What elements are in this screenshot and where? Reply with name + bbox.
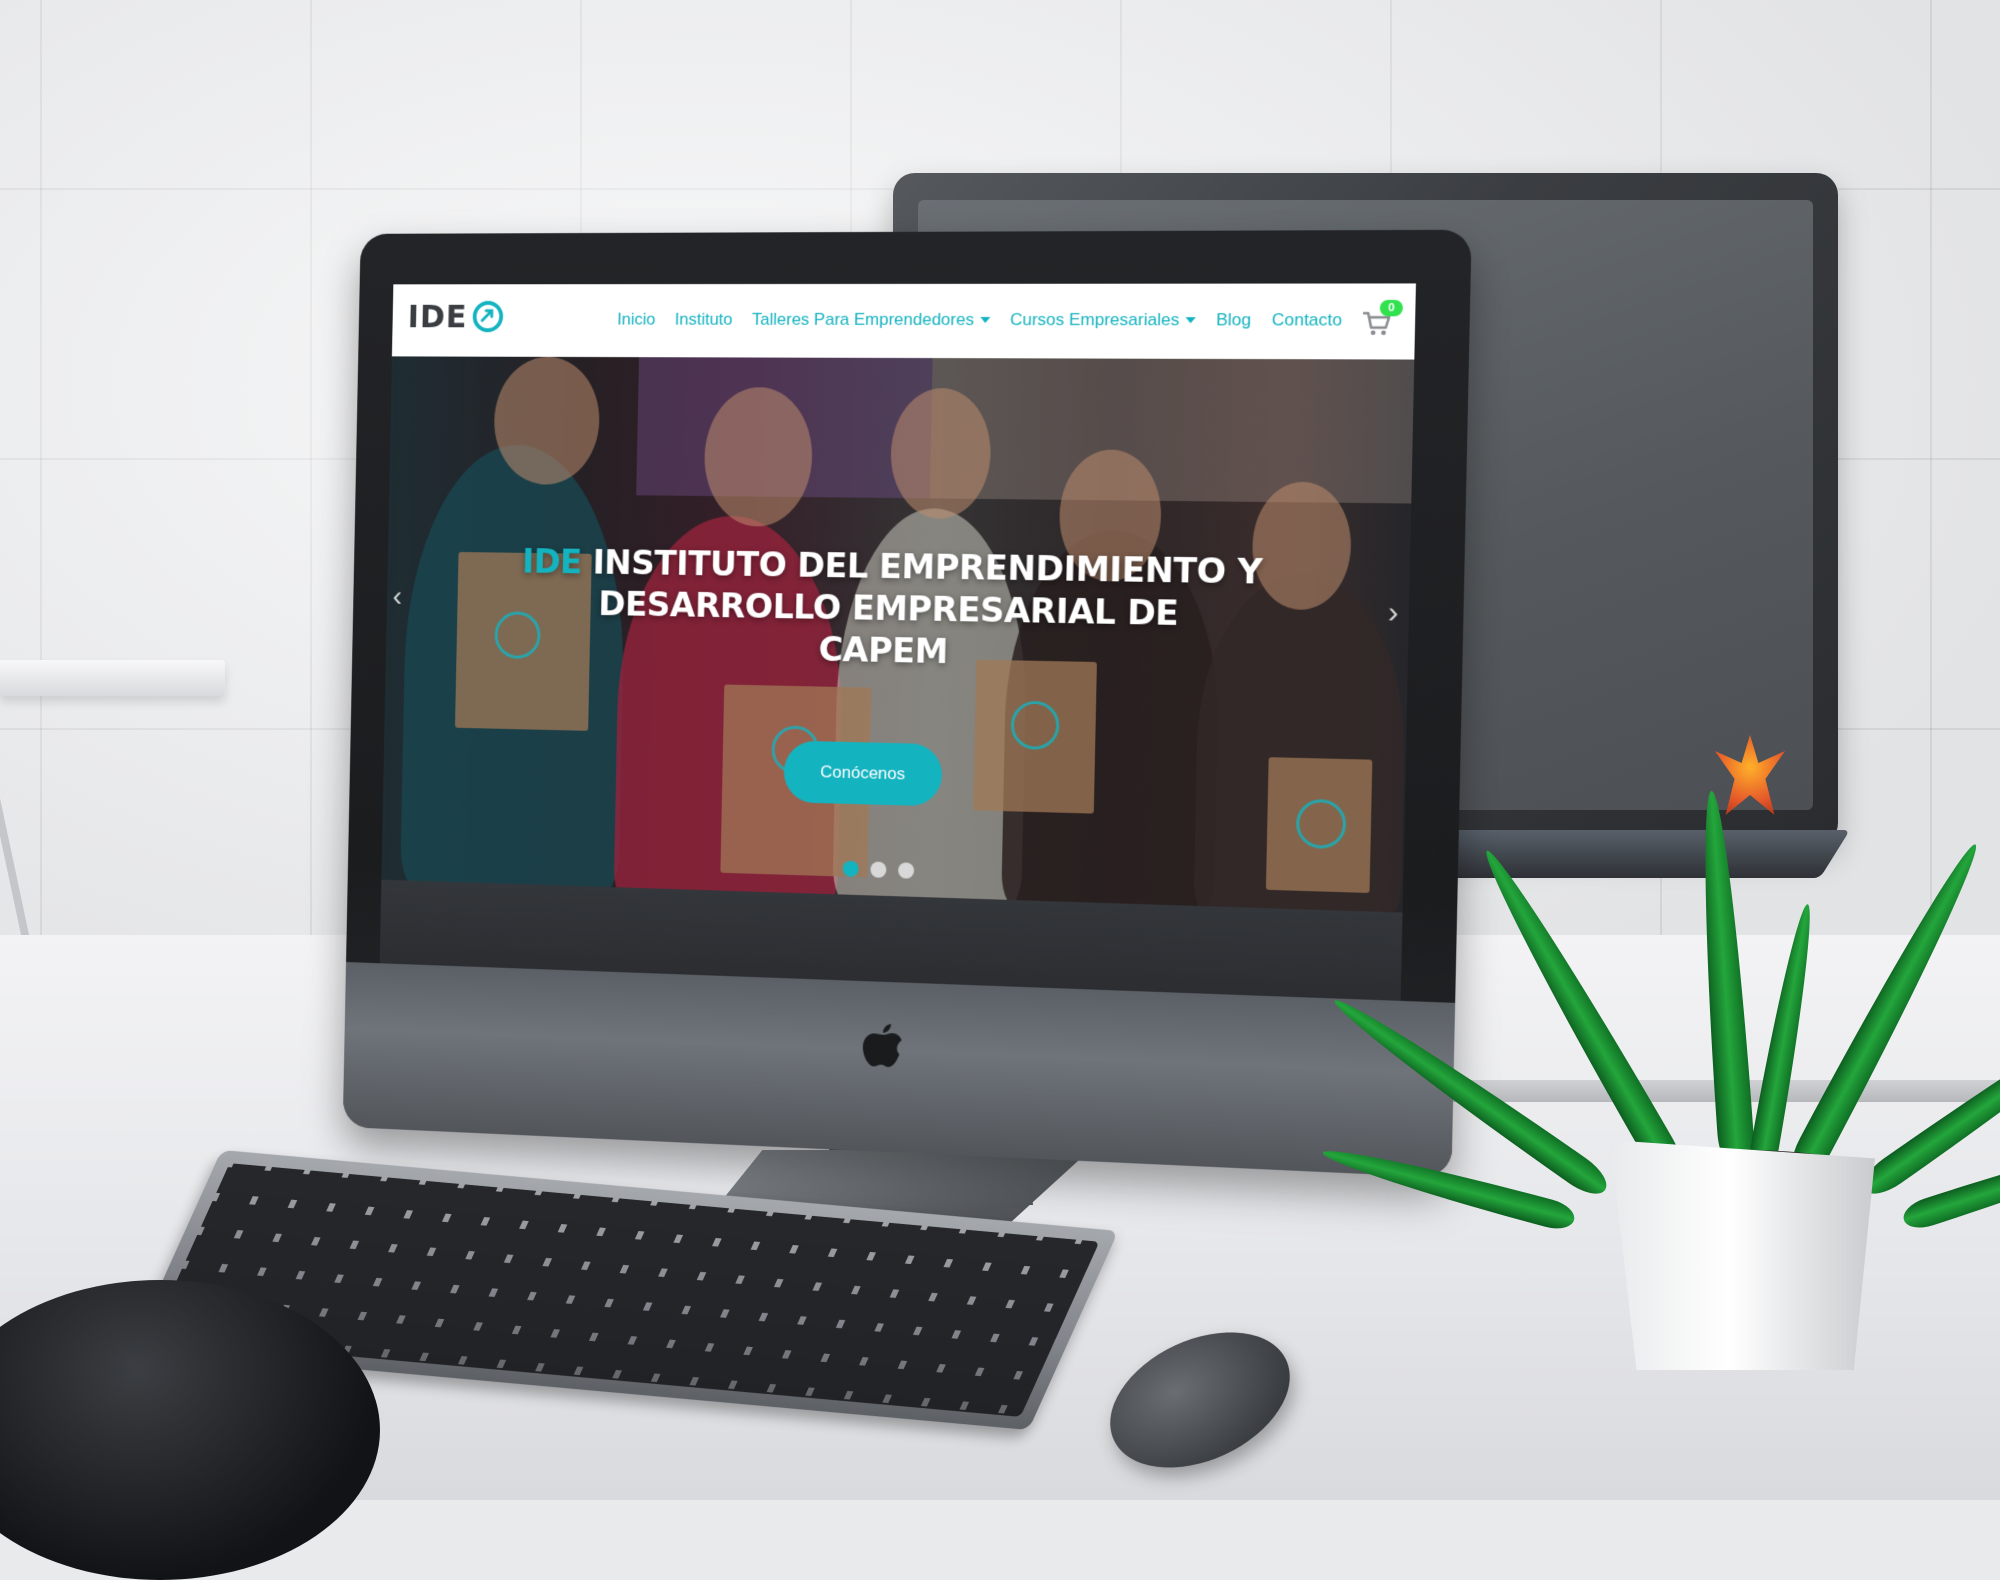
plant-pot [1610,1140,1875,1370]
site-navbar: IDE Inicio Instituto Talleres Para Empre… [391,283,1416,360]
background-keyboard [1395,830,1850,878]
ide-logo-icon [1010,700,1060,751]
nav-item-label: Contacto [1271,310,1343,330]
hero-photo-wall [929,358,1415,504]
hero-slider: IDE INSTITUTO DEL EMPRENDIMIENTO Y DESAR… [381,356,1415,925]
nav-item-inicio[interactable]: Inicio [617,310,656,330]
caret-down-icon [1185,317,1196,324]
cart-count-badge: 0 [1379,299,1404,317]
chevron-right-icon[interactable]: › [1388,596,1399,631]
nav-item-label: Inicio [617,309,656,329]
imac-display: IDE Inicio Instituto Talleres Para Empre… [342,229,1472,1178]
nav-item-cursos[interactable]: Cursos Empresariales [1010,310,1196,330]
slider-dot-3[interactable] [898,862,915,879]
nav-item-instituto[interactable]: Instituto [675,310,733,330]
hero-title: IDE INSTITUTO DEL EMPRENDIMIENTO Y DESAR… [386,539,1410,682]
logo-text: IDE [407,297,468,336]
slider-dot-1[interactable] [842,860,859,878]
photo-person-head [703,387,814,527]
caret-down-icon [979,316,991,324]
apple-logo-icon [862,1024,902,1068]
background-desk [0,660,225,696]
ide-logo-icon [1295,798,1347,850]
photo-person-head [889,387,992,520]
chevron-left-icon[interactable]: ‹ [392,580,402,613]
nav-item-label: Blog [1215,310,1252,330]
ide-logo-icon [471,299,506,334]
nav-item-talleres[interactable]: Talleres Para Emprendedores [751,309,991,330]
nav-item-label: Talleres Para Emprendedores [751,309,975,330]
nav-item-label: Instituto [674,309,733,329]
slider-dot-2[interactable] [870,861,887,878]
photo-person-head [493,356,601,485]
photo-gift-bag [973,659,1097,814]
nav-item-contacto[interactable]: Contacto [1271,310,1343,331]
nav-item-blog[interactable]: Blog [1216,310,1251,330]
site-logo[interactable]: IDE [407,298,505,335]
conocenos-button[interactable]: Conócenos [783,740,943,807]
hero-title-accent: IDE [521,542,583,583]
nav-links: Inicio Instituto Talleres Para Emprended… [617,310,1342,331]
website-screen: IDE Inicio Instituto Talleres Para Empre… [379,283,1416,1014]
photo-gift-bag [1265,757,1373,894]
nav-item-label: Cursos Empresariales [1009,309,1180,330]
